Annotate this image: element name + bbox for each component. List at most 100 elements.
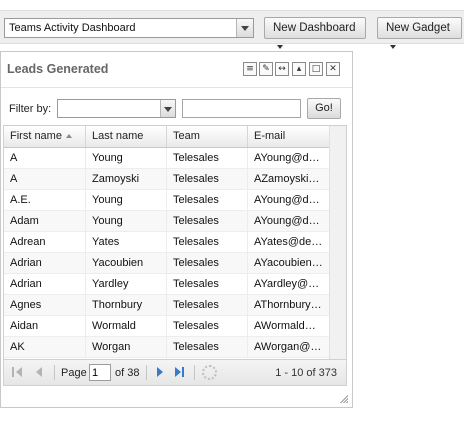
- table-row[interactable]: A.E. Young Telesales AYoung@d…: [4, 190, 329, 211]
- vertical-scrollbar[interactable]: [329, 126, 346, 359]
- filter-field-select[interactable]: [57, 99, 176, 118]
- gadget-header: Leads Generated ≡ ✎ ↔ ▴ □ ✕: [1, 52, 352, 88]
- cell-last-name: Wormald: [86, 316, 167, 336]
- new-dashboard-button[interactable]: New Dashboard: [264, 17, 366, 50]
- cell-email: AYates@de…: [254, 236, 323, 248]
- cell-last-name: Young: [86, 190, 167, 210]
- page-number-input[interactable]: [89, 364, 111, 381]
- cell-team: Telesales: [167, 232, 248, 252]
- table-row[interactable]: Agnes Thornbury Telesales AThornbury…: [4, 295, 329, 316]
- cell-first-name: AK: [4, 337, 86, 357]
- column-header-email[interactable]: E-mail: [248, 126, 329, 147]
- cell-last-name: Young: [86, 148, 167, 168]
- pencil-icon[interactable]: ✎: [259, 62, 273, 76]
- cell-email: AZamoyski…: [254, 173, 320, 185]
- close-icon[interactable]: ✕: [326, 62, 340, 76]
- cell-last-name: Yardley: [86, 274, 167, 294]
- cell-first-name: A: [4, 148, 86, 168]
- cell-email: AWormald…: [254, 320, 316, 332]
- cell-last-name: Yacoubien: [86, 253, 167, 273]
- cell-first-name: Adrian: [4, 274, 86, 294]
- table-row[interactable]: Adrean Yates Telesales AYates@de…: [4, 232, 329, 253]
- cell-first-name: Adam: [4, 211, 86, 231]
- cell-last-name: Zamoyski: [86, 169, 167, 189]
- grid-header: First name Last name Team E-mail: [4, 126, 329, 148]
- last-page-icon[interactable]: [174, 366, 186, 378]
- cell-team: Telesales: [167, 211, 248, 231]
- first-page-icon[interactable]: [12, 366, 24, 378]
- cell-last-name: Yates: [86, 232, 167, 252]
- next-page-icon[interactable]: [154, 366, 166, 378]
- new-gadget-label: New Gadget: [386, 22, 450, 34]
- filter-text-input[interactable]: [182, 99, 301, 118]
- filter-row: Filter by: Go!: [1, 97, 352, 121]
- go-button[interactable]: Go!: [307, 98, 341, 119]
- dropdown-arrow-icon: [390, 45, 396, 50]
- chevron-down-icon: [164, 107, 172, 112]
- settings-icon[interactable]: ↔: [275, 62, 289, 76]
- cell-first-name: A.E.: [4, 190, 86, 210]
- resize-handle-icon[interactable]: [339, 394, 348, 403]
- cell-first-name: Aidan: [4, 316, 86, 336]
- column-header-team[interactable]: Team: [167, 126, 248, 147]
- leads-grid: First name Last name Team E-mail A Young T…: [3, 125, 347, 360]
- edit-icon[interactable]: ≡: [243, 62, 257, 76]
- cell-team: Telesales: [167, 253, 248, 273]
- refresh-icon[interactable]: [202, 365, 217, 380]
- maximize-icon[interactable]: □: [309, 62, 323, 76]
- cell-first-name: Agnes: [4, 295, 86, 315]
- cell-last-name: Thornbury: [86, 295, 167, 315]
- gadget-title: Leads Generated: [7, 62, 109, 76]
- chevron-down-icon: [241, 26, 249, 31]
- column-header-first-name[interactable]: First name: [4, 126, 86, 147]
- cell-email: AThornbury…: [254, 299, 322, 311]
- cell-email: AYacoubien…: [254, 257, 323, 269]
- column-header-last-name[interactable]: Last name: [86, 126, 167, 147]
- table-row[interactable]: Adrian Yardley Telesales AYardley@…: [4, 274, 329, 295]
- dashboard-select-dropdown-button[interactable]: [236, 19, 253, 37]
- cell-email: AYoung@d…: [254, 194, 320, 206]
- filter-select-dropdown-button[interactable]: [160, 100, 175, 117]
- dropdown-arrow-icon: [277, 45, 283, 50]
- table-row[interactable]: Adrian Yacoubien Telesales AYacoubien…: [4, 253, 329, 274]
- leads-generated-gadget: Leads Generated ≡ ✎ ↔ ▴ □ ✕ Filter by: G…: [0, 51, 353, 408]
- cell-first-name: A: [4, 169, 86, 189]
- page-count-label: of 38: [115, 367, 140, 379]
- cell-email: AYardley@…: [254, 278, 320, 290]
- dashboard-select-value: Teams Activity Dashboard: [9, 22, 136, 34]
- cell-last-name: Worgan: [86, 337, 167, 357]
- cell-team: Telesales: [167, 190, 248, 210]
- cell-last-name: Young: [86, 211, 167, 231]
- table-row[interactable]: A Zamoyski Telesales AZamoyski…: [4, 169, 329, 190]
- cell-team: Telesales: [167, 316, 248, 336]
- column-header-label: First name: [10, 130, 62, 142]
- cell-email: AWorgan@…: [254, 341, 322, 353]
- sort-ascending-icon: [65, 134, 72, 139]
- dashboard-toolbar: Teams Activity Dashboard New Dashboard N…: [0, 10, 464, 50]
- pager-separator: [194, 365, 195, 380]
- previous-page-icon[interactable]: [34, 366, 46, 378]
- cell-team: Telesales: [167, 295, 248, 315]
- table-row[interactable]: A Young Telesales AYoung@d…: [4, 148, 329, 169]
- table-row[interactable]: Aidan Wormald Telesales AWormald…: [4, 316, 329, 337]
- pager-separator: [54, 365, 55, 380]
- cell-email: AYoung@d…: [254, 152, 320, 164]
- cell-first-name: Adrian: [4, 253, 86, 273]
- cell-team: Telesales: [167, 274, 248, 294]
- cell-team: Telesales: [167, 169, 248, 189]
- paging-info: 1 - 10 of 373: [275, 367, 337, 379]
- grid-pager: Page of 38 1 - 10 of 373: [3, 360, 347, 386]
- page-label: Page: [61, 367, 87, 379]
- cell-first-name: Adrean: [4, 232, 86, 252]
- table-row[interactable]: AK Worgan Telesales AWorgan@…: [4, 337, 329, 358]
- dashboard-select[interactable]: Teams Activity Dashboard: [4, 18, 254, 38]
- filter-label: Filter by:: [9, 103, 52, 115]
- pager-separator: [146, 365, 147, 380]
- collapse-icon[interactable]: ▴: [292, 62, 306, 76]
- cell-team: Telesales: [167, 148, 248, 168]
- table-row[interactable]: Adam Young Telesales AYoung@d…: [4, 211, 329, 232]
- new-gadget-button[interactable]: New Gadget: [377, 17, 462, 50]
- cell-team: Telesales: [167, 337, 248, 357]
- new-dashboard-label: New Dashboard: [273, 22, 356, 34]
- cell-email: AYoung@d…: [254, 215, 320, 227]
